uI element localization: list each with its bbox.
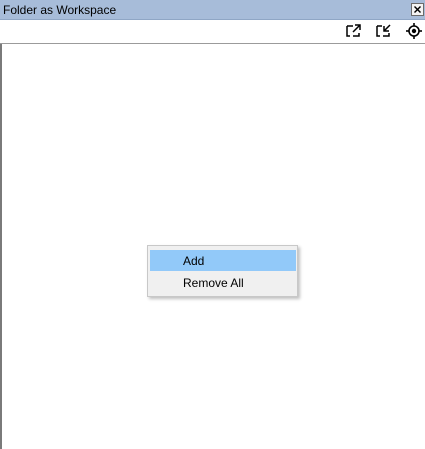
- panel-title: Folder as Workspace: [3, 3, 117, 17]
- menu-item-remove-all[interactable]: Remove All: [150, 272, 296, 293]
- context-menu: Add Remove All: [147, 245, 298, 297]
- menu-item-add[interactable]: Add: [150, 250, 296, 271]
- panel-title-bar: Folder as Workspace: [0, 0, 425, 20]
- toolbar: [0, 20, 425, 44]
- menu-item-label: Add: [183, 254, 205, 268]
- locate-current-file-icon[interactable]: [405, 22, 423, 40]
- collapse-all-icon[interactable]: [375, 22, 393, 40]
- expand-all-icon[interactable]: [345, 22, 363, 40]
- close-icon[interactable]: [411, 3, 424, 16]
- menu-item-label: Remove All: [183, 276, 244, 290]
